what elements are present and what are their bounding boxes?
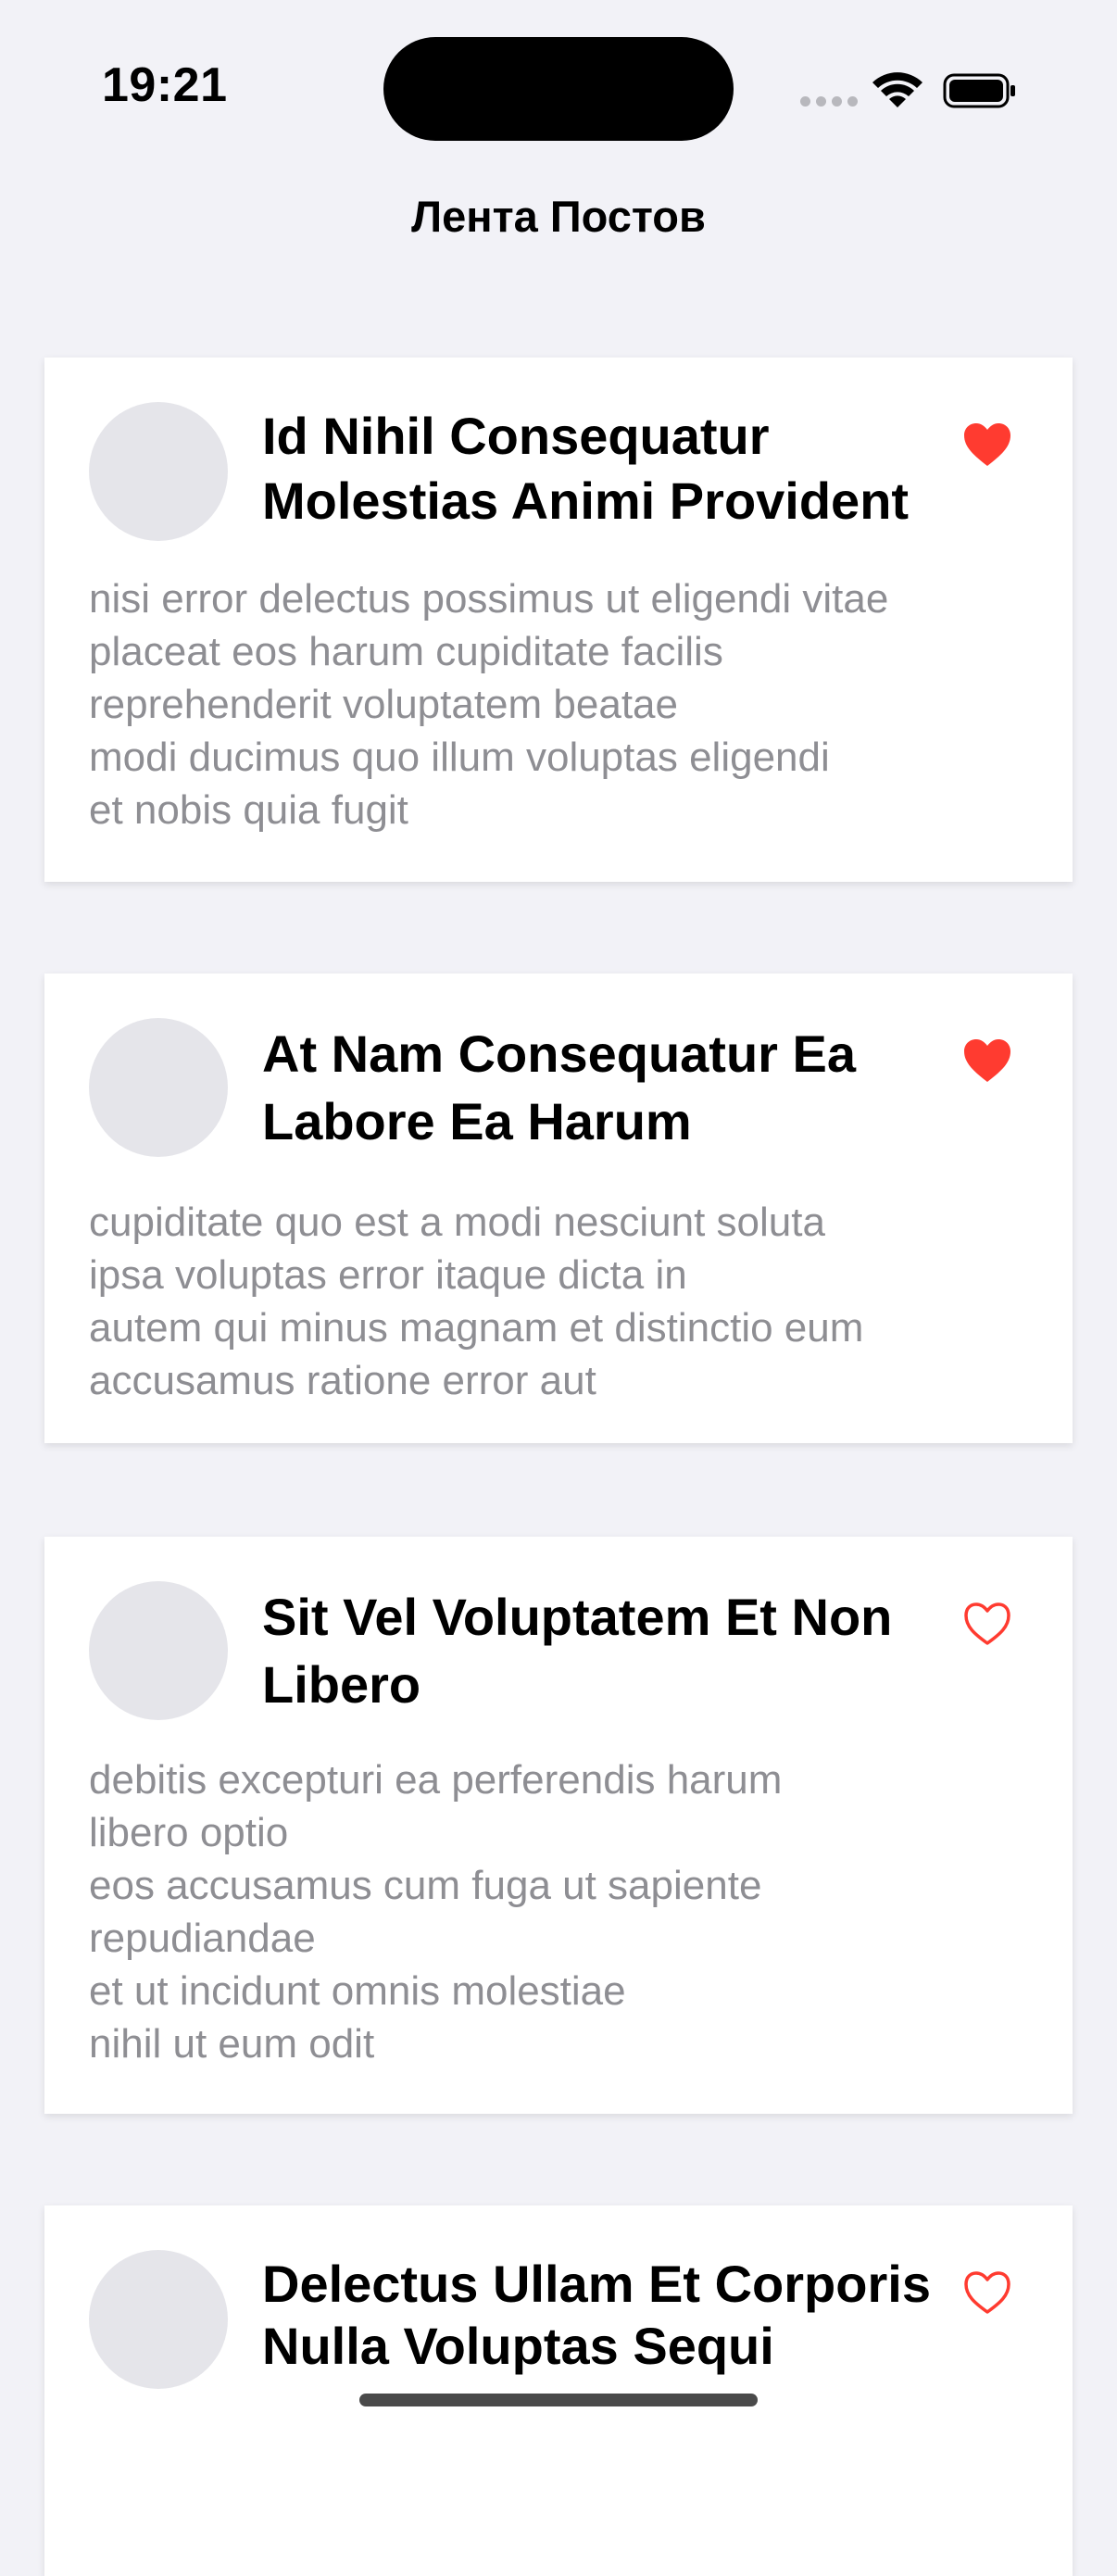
- post-card[interactable]: At Nam Consequatur Ea Labore Ea Harum cu…: [44, 974, 1073, 1443]
- home-indicator[interactable]: [359, 2394, 758, 2406]
- post-body: debitis excepturi ea perferendis harum l…: [89, 1757, 783, 2067]
- heart-filled-icon[interactable]: [961, 421, 1013, 469]
- post-body: nisi error delectus possimus ut eligendi…: [89, 576, 889, 833]
- status-bar: 19:21: [0, 0, 1117, 176]
- post-title: Sit Vel Voluptatem Et Non Libero: [262, 1588, 893, 1714]
- cellular-signal-icon: [800, 96, 860, 109]
- avatar: [89, 1581, 228, 1720]
- battery-icon: [943, 73, 1015, 108]
- wifi-icon: [872, 72, 922, 107]
- dynamic-island: [383, 37, 734, 141]
- post-title: Delectus Ullam Et Corporis Nulla Volupta…: [262, 2255, 931, 2375]
- post-body: cupiditate quo est a modi nesciunt solut…: [89, 1200, 864, 1403]
- avatar: [89, 402, 228, 541]
- heart-outline-icon[interactable]: [961, 2268, 1013, 2317]
- avatar: [89, 2250, 228, 2389]
- page-title: Лента Постов: [411, 192, 706, 241]
- status-time: 19:21: [102, 58, 228, 112]
- post-card[interactable]: Id Nihil Consequatur Molestias Animi Pro…: [44, 358, 1073, 882]
- post-title: At Nam Consequatur Ea Labore Ea Harum: [262, 1024, 856, 1150]
- post-card[interactable]: Sit Vel Voluptatem Et Non Libero debitis…: [44, 1537, 1073, 2114]
- avatar: [89, 1018, 228, 1157]
- heart-outline-icon[interactable]: [961, 1600, 1013, 1648]
- post-card[interactable]: Delectus Ullam Et Corporis Nulla Volupta…: [44, 2205, 1073, 2576]
- post-title: Id Nihil Consequatur Molestias Animi Pro…: [262, 407, 910, 530]
- heart-filled-icon[interactable]: [961, 1037, 1013, 1085]
